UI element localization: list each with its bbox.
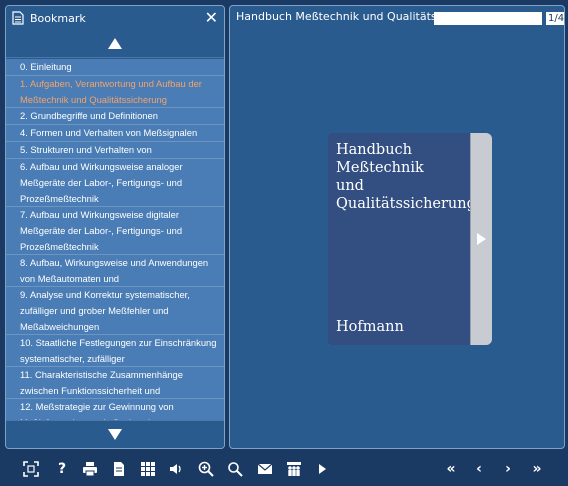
scroll-up-button[interactable] — [6, 30, 224, 58]
bookmark-list: 0. Einleitung 1. Aufgaben, Verantwortung … — [6, 59, 224, 420]
cover-title-line: Handbuch — [336, 142, 412, 158]
play-icon — [319, 464, 326, 474]
cover-title: Handbuch Meßtechnik und Qualitätssicherung — [336, 141, 476, 213]
next-page-button[interactable]: › — [499, 460, 517, 478]
arrow-down-icon — [108, 429, 122, 440]
bookmark-title: Bookmark — [30, 11, 86, 25]
bookmark-item[interactable]: 4. Formen und Verhalten von Meßsignalen — [6, 125, 224, 142]
last-page-button[interactable]: » — [528, 460, 546, 478]
cover-front: Handbuch Meßtechnik und Qualitätssicherung … — [328, 133, 476, 345]
bookmark-item[interactable]: 8. Aufbau, Wirkungsweise und Anwendungen… — [6, 255, 224, 287]
cover-title-line: Meßtechnik — [336, 160, 424, 176]
autoplay-button[interactable] — [313, 460, 331, 478]
chevron-left-icon: ‹ — [476, 461, 482, 477]
cover-title-line: Qualitätssicherung — [336, 196, 476, 212]
arrow-right-icon — [477, 233, 486, 245]
help-button[interactable]: ? — [53, 460, 71, 478]
double-chevron-right-icon: » — [532, 461, 542, 477]
fullscreen-icon — [23, 461, 39, 477]
sound-button[interactable] — [168, 460, 186, 478]
speaker-icon — [170, 464, 181, 474]
previous-page-button[interactable]: ‹ — [470, 460, 488, 478]
next-page-tab[interactable] — [470, 133, 492, 345]
flipbook-app: Bookmark ✕ 0. Einleitung 1. Aufgaben, Ver… — [0, 0, 568, 486]
close-icon[interactable]: ✕ — [205, 10, 218, 26]
fullscreen-button[interactable] — [22, 460, 40, 478]
email-button[interactable] — [256, 460, 274, 478]
zoom-in-icon — [198, 461, 214, 477]
print-button[interactable] — [81, 460, 99, 478]
bookmark-item[interactable]: 0. Einleitung — [6, 59, 224, 76]
thumbnails-button[interactable] — [139, 460, 157, 478]
book-title: Handbuch Meßtechnik und Qualitätssicheru… — [236, 10, 436, 23]
bookmark-button[interactable] — [110, 460, 128, 478]
print-icon — [83, 462, 97, 477]
chevron-right-icon: › — [505, 461, 511, 477]
bookmark-item[interactable]: 10. Staatliche Festlegungen zur Einschrä… — [6, 335, 224, 367]
bookmark-item[interactable]: 5. Strukturen und Verhalten von — [6, 142, 224, 159]
scroll-down-button[interactable] — [6, 420, 224, 448]
bookmark-item[interactable]: 2. Grundbegriffe und Definitionen — [6, 108, 224, 125]
bookmark-item[interactable]: 1. Aufgaben, Verantwortung und Aufbau de… — [6, 76, 224, 108]
bookmark-item[interactable]: 7. Aufbau und Wirkungsweise digitaler Me… — [6, 207, 224, 255]
bookmark-item[interactable]: 11. Charakteristische Zusammenhänge zwis… — [6, 367, 224, 399]
bookmark-header: Bookmark ✕ — [6, 6, 224, 30]
grid-icon — [141, 462, 155, 476]
bookmark-panel: Bookmark ✕ 0. Einleitung 1. Aufgaben, Ver… — [5, 5, 225, 449]
zoom-in-button[interactable] — [197, 460, 215, 478]
page-input[interactable] — [434, 12, 542, 25]
search-button[interactable] — [226, 460, 244, 478]
bookmark-item[interactable]: 9. Analyse und Korrektur systematischer,… — [6, 287, 224, 335]
cover-title-line: und — [336, 178, 364, 194]
double-chevron-left-icon: « — [446, 461, 456, 477]
first-page-button[interactable]: « — [442, 460, 460, 478]
bookmark-item[interactable]: 12. Meßstrategie zur Gewinnung von Meßin… — [6, 399, 224, 420]
bookmark-item[interactable]: 6. Aufbau und Wirkungsweise analoger Meß… — [6, 159, 224, 207]
document-icon — [12, 11, 24, 25]
people-icon — [287, 462, 301, 476]
page-indicator: 1/4 — [546, 12, 565, 25]
document-icon — [114, 462, 124, 476]
cover-author: Hofmann — [336, 319, 404, 335]
share-button[interactable] — [285, 460, 303, 478]
toolbar: ? « ‹ › » — [0, 452, 568, 486]
book-cover[interactable]: Handbuch Meßtechnik und Qualitätssicherung … — [328, 133, 492, 345]
book-viewer: Handbuch Meßtechnik und Qualitätssicheru… — [229, 5, 565, 449]
help-icon: ? — [57, 461, 67, 477]
mail-icon — [257, 463, 273, 474]
arrow-up-icon — [108, 38, 122, 49]
search-icon — [228, 462, 243, 477]
